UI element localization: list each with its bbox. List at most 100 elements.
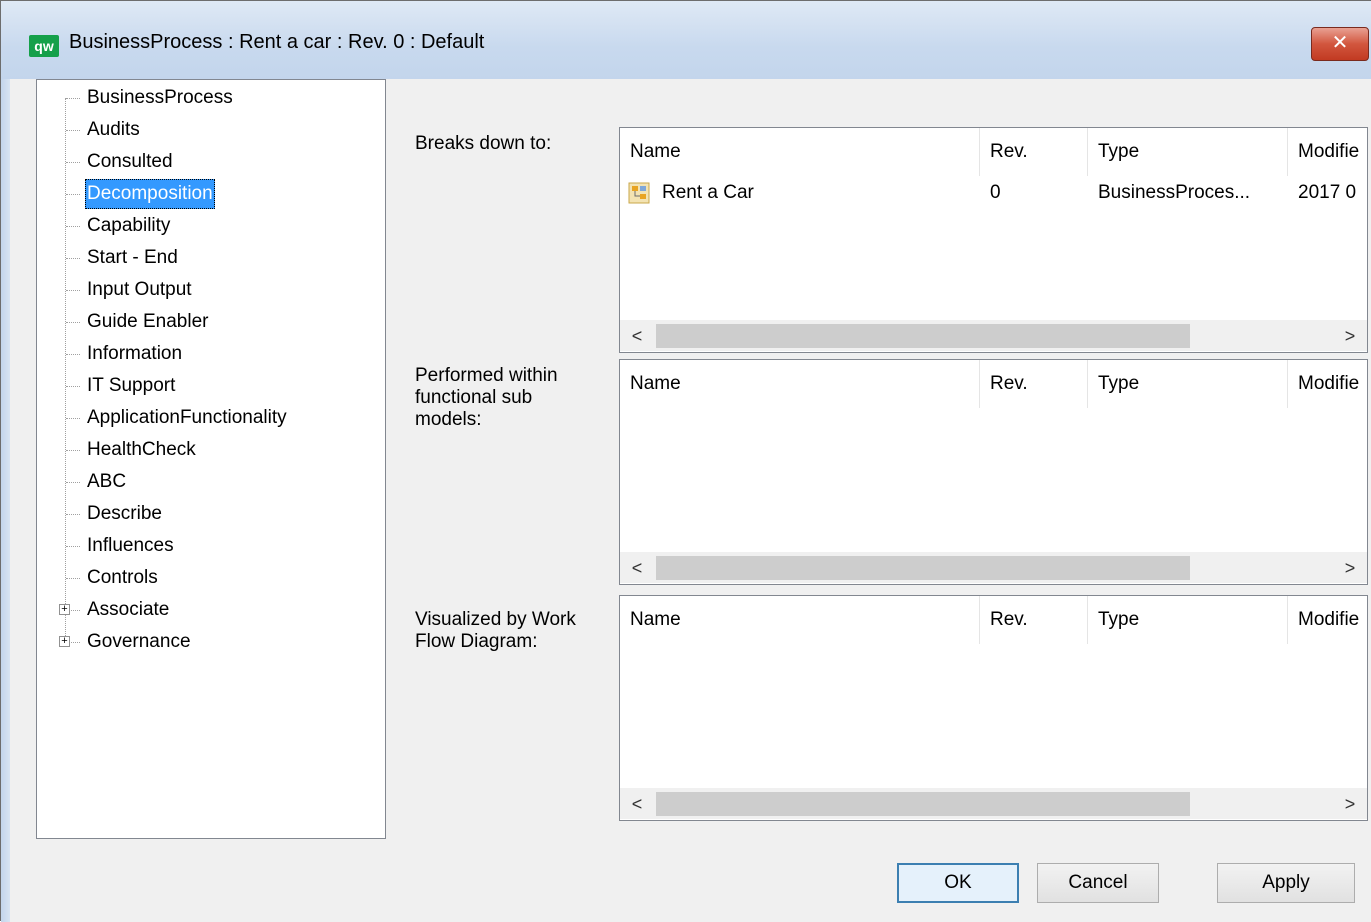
tree-item[interactable]: ABC <box>37 467 377 497</box>
tree-connector <box>66 290 80 291</box>
tree-connector <box>66 98 80 99</box>
tree-item-label: ABC <box>87 471 127 492</box>
column-header-type[interactable]: Type <box>1088 360 1288 408</box>
app-logo-icon: qw <box>29 35 59 57</box>
tree-item[interactable]: Capability <box>37 211 377 241</box>
item-modified: 2017 0 <box>1298 182 1357 203</box>
tree-item[interactable]: Audits <box>37 115 377 145</box>
expand-icon[interactable]: + <box>59 604 70 615</box>
column-header-rev[interactable]: Rev. <box>980 360 1088 408</box>
tree-item-label: Capability <box>87 215 171 236</box>
tree-item-label: Describe <box>87 503 162 524</box>
performed-within-label: Performed within functional sub models: <box>415 365 558 430</box>
title-bar[interactable]: qw BusinessProcess : Rent a car : Rev. 0… <box>1 1 1371 79</box>
scroll-left-button[interactable]: < <box>620 321 654 351</box>
tree-item-label: Associate <box>87 599 170 620</box>
tree-connector <box>66 322 80 323</box>
tree-item[interactable]: IT Support <box>37 371 377 401</box>
horizontal-scrollbar[interactable]: < > <box>620 320 1367 351</box>
column-header-name[interactable]: Name <box>620 360 980 408</box>
tree-connector <box>66 482 80 483</box>
tree-item[interactable]: + Associate <box>37 595 377 625</box>
list-header: Name Rev. Type Modifie <box>620 128 1367 178</box>
tree-item-label: Input Output <box>87 279 192 300</box>
scroll-right-button[interactable]: > <box>1333 321 1367 351</box>
horizontal-scrollbar[interactable]: < > <box>620 552 1367 583</box>
tree-item[interactable]: Influences <box>37 531 377 561</box>
tree-item[interactable]: + Governance <box>37 627 377 657</box>
tree-item-label: Consulted <box>87 151 173 172</box>
tree-item-label: Guide Enabler <box>87 311 209 332</box>
breaks-down-to-list[interactable]: Name Rev. Type Modifie Rent a Car 0 Busi… <box>619 127 1368 353</box>
scroll-thumb[interactable] <box>656 792 1190 816</box>
scroll-right-button[interactable]: > <box>1333 789 1367 819</box>
tree-item-label: BusinessProcess <box>87 87 233 108</box>
column-header-type[interactable]: Type <box>1088 596 1288 644</box>
expand-icon[interactable]: + <box>59 636 70 647</box>
tree-item-label: Audits <box>87 119 140 140</box>
category-tree[interactable]: BusinessProcess Audits Consulted Decomposit… <box>36 79 386 839</box>
tree-connector <box>66 514 80 515</box>
tree-connector <box>66 194 80 195</box>
tree-connector <box>66 130 80 131</box>
list-header: Name Rev. Type Modifie <box>620 360 1367 410</box>
tree-item-label: ApplicationFunctionality <box>87 407 287 428</box>
scroll-thumb[interactable] <box>656 324 1190 348</box>
column-header-name[interactable]: Name <box>620 128 980 176</box>
tree-connector <box>66 546 80 547</box>
tree-connector <box>66 418 80 419</box>
column-header-rev[interactable]: Rev. <box>980 596 1088 644</box>
breaks-down-to-label: Breaks down to: <box>415 133 552 154</box>
tree-connector <box>66 450 80 451</box>
column-header-modified[interactable]: Modifie <box>1288 128 1367 176</box>
tree-item-label: HealthCheck <box>87 439 196 460</box>
tree-item-label: Information <box>87 343 183 364</box>
window-border <box>1 79 10 922</box>
column-header-modified[interactable]: Modifie <box>1288 360 1367 408</box>
visualized-by-list[interactable]: Name Rev. Type Modifie < > <box>619 595 1368 821</box>
item-name: Rent a Car <box>662 182 754 203</box>
apply-button[interactable]: Apply <box>1217 863 1355 903</box>
window-title: BusinessProcess : Rent a car : Rev. 0 : … <box>69 31 485 53</box>
tree-item-label: Start - End <box>87 247 178 268</box>
column-header-modified[interactable]: Modifie <box>1288 596 1367 644</box>
tree-item-label: Governance <box>87 631 191 652</box>
tree-item[interactable]: BusinessProcess <box>37 83 377 113</box>
scroll-left-button[interactable]: < <box>620 553 654 583</box>
column-header-rev[interactable]: Rev. <box>980 128 1088 176</box>
cancel-button[interactable]: Cancel <box>1037 863 1159 903</box>
horizontal-scrollbar[interactable]: < > <box>620 788 1367 819</box>
scroll-left-button[interactable]: < <box>620 789 654 819</box>
tree-connector <box>66 354 80 355</box>
tree-connector <box>66 162 80 163</box>
tree-item[interactable]: Describe <box>37 499 377 529</box>
dialog-window: qw BusinessProcess : Rent a car : Rev. 0… <box>0 0 1371 922</box>
tree-item[interactable]: Guide Enabler <box>37 307 377 337</box>
column-header-name[interactable]: Name <box>620 596 980 644</box>
close-button[interactable]: ✕ <box>1311 27 1369 61</box>
tree-connector <box>66 386 80 387</box>
tree-item[interactable]: Consulted <box>37 147 377 177</box>
scroll-right-button[interactable]: > <box>1333 553 1367 583</box>
performed-within-list[interactable]: Name Rev. Type Modifie < > <box>619 359 1368 585</box>
item-type: BusinessProces... <box>1098 182 1251 203</box>
scroll-thumb[interactable] <box>656 556 1190 580</box>
tree-item-label: IT Support <box>87 375 176 396</box>
ok-button[interactable]: OK <box>897 863 1019 903</box>
tree-item-label: Influences <box>87 535 174 556</box>
tree-item-label: Decomposition <box>85 179 215 209</box>
tree-item[interactable]: ApplicationFunctionality <box>37 403 377 433</box>
tree-item-label: Controls <box>87 567 158 588</box>
tree-item[interactable]: Information <box>37 339 377 369</box>
tree-connector <box>66 578 80 579</box>
tree-item[interactable]: Controls <box>37 563 377 593</box>
tree-item[interactable]: HealthCheck <box>37 435 377 465</box>
business-process-icon <box>628 182 650 204</box>
tree-connector <box>66 226 80 227</box>
tree-item[interactable]: Start - End <box>37 243 377 273</box>
list-item[interactable]: Rent a Car 0 BusinessProces... 2017 0 <box>620 178 1367 208</box>
visualized-by-label: Visualized by Work Flow Diagram: <box>415 609 576 652</box>
tree-item[interactable]: Decomposition <box>37 179 377 209</box>
tree-item[interactable]: Input Output <box>37 275 377 305</box>
column-header-type[interactable]: Type <box>1088 128 1288 176</box>
